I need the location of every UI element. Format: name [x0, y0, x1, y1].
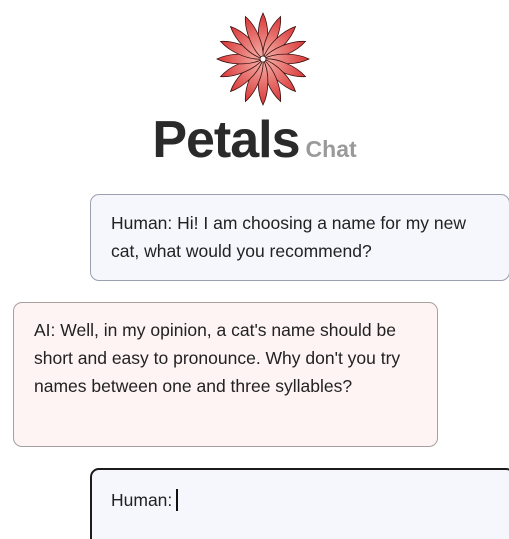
- message-input-box[interactable]: Human:: [90, 468, 509, 539]
- message-input[interactable]: [181, 486, 442, 514]
- chat-page: Petals Chat Human: Hi! I am choosing a na…: [0, 0, 509, 539]
- human-message-bubble: Human: Hi! I am choosing a name for my n…: [90, 194, 509, 281]
- page-title: Petals Chat: [0, 110, 509, 170]
- ai-message-text: AI: Well, in my opinion, a cat's name sh…: [34, 320, 401, 396]
- input-prefix-label: Human:: [111, 490, 173, 510]
- brand-name: Petals: [152, 111, 300, 169]
- text-caret: [176, 489, 178, 511]
- human-message-text: Human: Hi! I am choosing a name for my n…: [111, 213, 467, 261]
- brand-subtitle: Chat: [305, 136, 357, 162]
- flower-logo-graphic: [216, 12, 310, 106]
- ai-message-bubble: AI: Well, in my opinion, a cat's name sh…: [13, 302, 438, 447]
- red-flower-icon: [213, 9, 313, 109]
